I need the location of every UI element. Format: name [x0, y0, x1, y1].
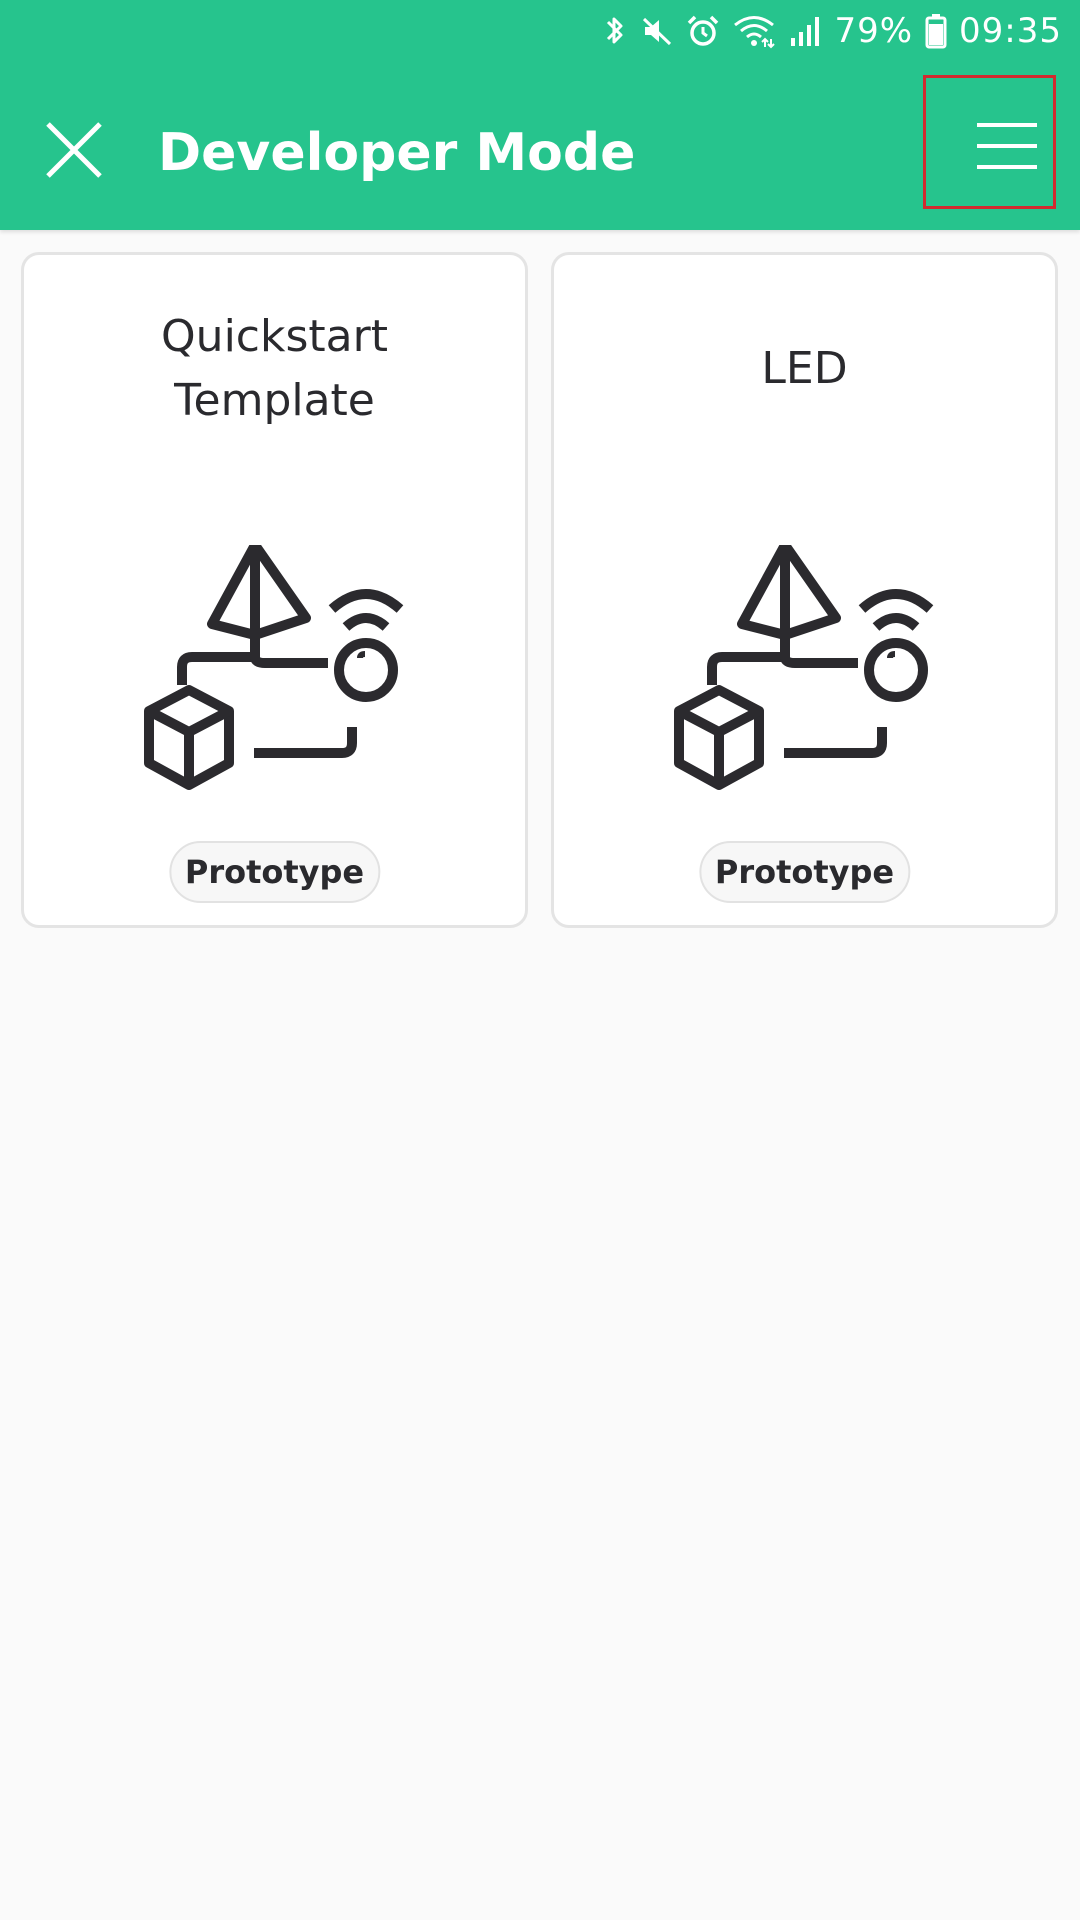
hamburger-menu-icon	[977, 123, 1037, 169]
signal-icon	[788, 14, 822, 48]
card-title: LED	[761, 343, 848, 394]
status-icons: 79% 09:35	[602, 8, 1062, 54]
clock: 09:35	[959, 11, 1062, 51]
template-card-quickstart[interactable]: Quickstart Template Prototype	[21, 252, 528, 928]
prototype-illustration-icon	[144, 545, 404, 790]
page-title: Developer Mode	[158, 123, 636, 183]
close-icon	[46, 122, 102, 178]
template-card-led[interactable]: LED Prototype	[551, 252, 1058, 928]
prototype-badge: Prototype	[698, 841, 911, 903]
developer-mode-screen: 79% 09:35 Developer Mode Quickstart Temp…	[0, 0, 1080, 1920]
battery-percent: 79%	[834, 11, 914, 51]
battery-icon	[925, 13, 947, 49]
menu-button[interactable]	[923, 75, 1056, 209]
status-bar: 79% 09:35	[0, 0, 1080, 62]
app-header: 79% 09:35 Developer Mode	[0, 0, 1080, 230]
wifi-icon	[732, 13, 776, 49]
prototype-illustration-icon	[674, 545, 934, 790]
card-title: Quickstart Template	[161, 311, 388, 426]
close-button[interactable]	[40, 116, 108, 184]
mute-icon	[640, 14, 674, 48]
prototype-badge: Prototype	[168, 841, 381, 903]
alarm-icon	[686, 14, 720, 48]
bluetooth-icon	[602, 13, 628, 49]
